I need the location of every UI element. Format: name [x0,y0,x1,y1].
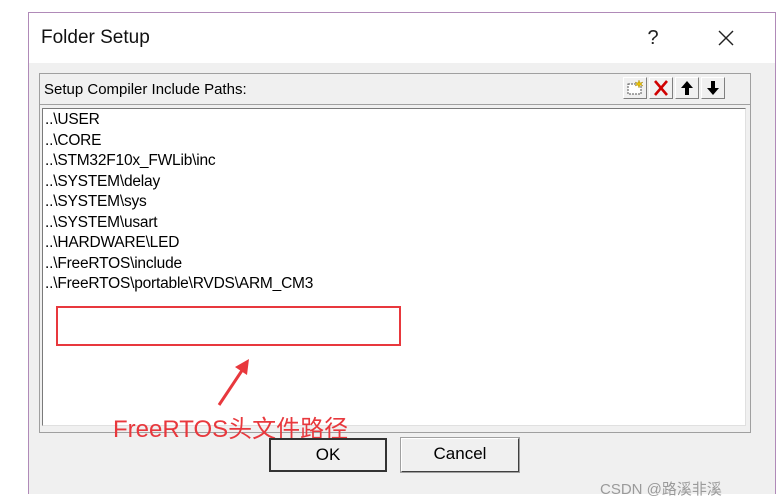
list-item[interactable]: ..\SYSTEM\usart [45,213,313,234]
dialog-client: Setup Compiler Include Paths: ..\USER ..… [29,63,775,494]
move-up-icon [681,81,693,95]
list-item[interactable]: ..\FreeRTOS\include [45,254,313,275]
include-paths-list[interactable]: ..\USER ..\CORE ..\STM32F10x_FWLib\inc .… [42,108,746,443]
list-item[interactable]: ..\CORE [45,131,313,152]
new-folder-button[interactable] [623,77,647,99]
list-item[interactable]: ..\SYSTEM\delay [45,172,313,193]
list-item[interactable]: ..\FreeRTOS\portable\RVDS\ARM_CM3 [45,274,313,295]
group-label: Setup Compiler Include Paths: [44,81,247,98]
list-item[interactable]: ..\SYSTEM\sys [45,192,313,213]
close-icon [718,30,734,46]
highlight-box [56,306,401,346]
title-bar: Folder Setup ? [29,13,775,63]
new-folder-icon [627,79,644,95]
delete-icon [654,80,668,96]
move-down-icon [707,81,719,95]
ok-button[interactable]: OK [269,438,387,472]
watermark: CSDN @路溪非溪 [600,481,722,498]
list-item[interactable]: ..\USER [45,110,313,131]
cancel-button[interactable]: Cancel [400,437,520,473]
annotation-arrow-icon [217,359,249,406]
list-item[interactable]: ..\HARDWARE\LED [45,233,313,254]
move-down-button[interactable] [701,77,725,99]
include-paths-group: Setup Compiler Include Paths: ..\USER ..… [39,73,751,443]
delete-button[interactable] [649,77,673,99]
window-title: Folder Setup [41,27,150,48]
list-items: ..\USER ..\CORE ..\STM32F10x_FWLib\inc .… [45,110,313,295]
move-up-button[interactable] [675,77,699,99]
list-item[interactable]: ..\STM32F10x_FWLib\inc [45,151,313,172]
help-button[interactable]: ? [638,25,668,51]
close-button[interactable] [711,23,741,53]
group-header: Setup Compiler Include Paths: [40,74,750,105]
